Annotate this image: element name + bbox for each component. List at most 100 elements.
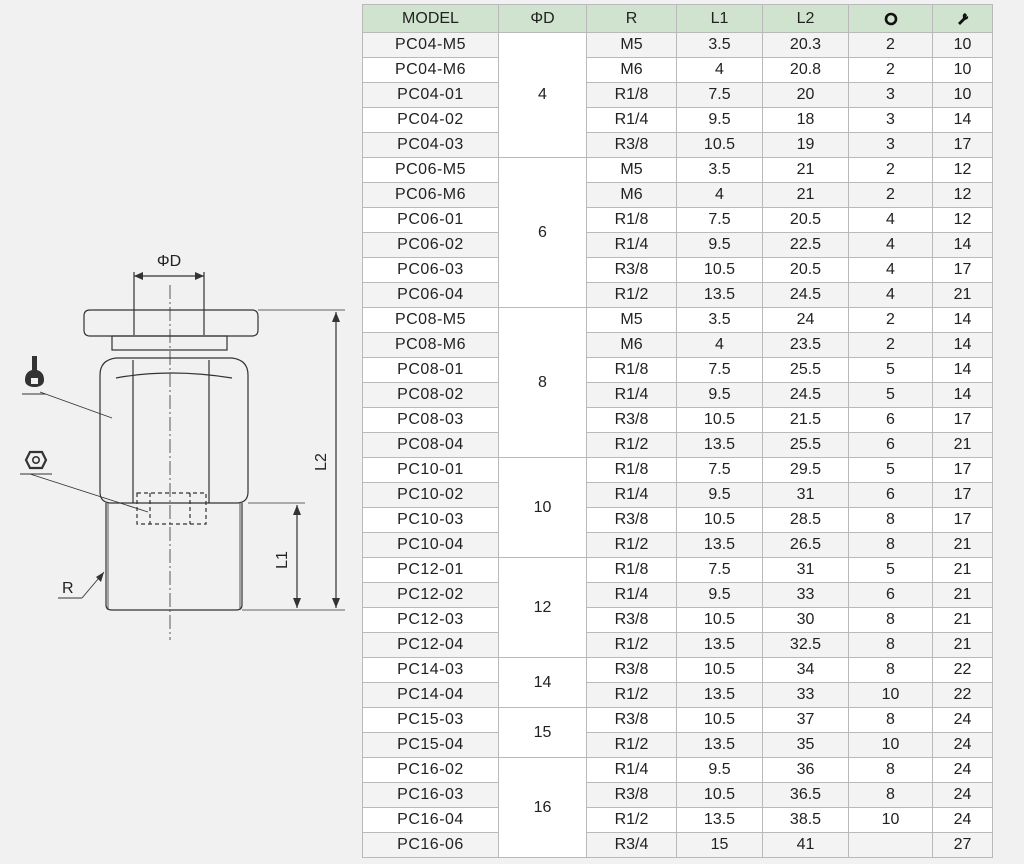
cell-od: 6: [498, 157, 587, 308]
cell-model: PC12-04: [362, 632, 499, 658]
table-row: PC15-04 R1/2 13.5 35 10 24: [362, 732, 993, 758]
cell-r: M5: [586, 32, 677, 58]
cell-hex: 4: [848, 257, 933, 283]
cell-model: PC16-03: [362, 782, 499, 808]
cell-l1: 13.5: [676, 632, 763, 658]
cell-wrench: 21: [932, 532, 993, 558]
cell-r: R3/8: [586, 407, 677, 433]
cell-od: 14: [498, 657, 587, 708]
table-row: PC10-03 R3/8 10.5 28.5 8 17: [362, 507, 993, 533]
cell-l2: 19: [762, 132, 849, 158]
cell-r: R3/8: [586, 132, 677, 158]
cell-model: PC12-01: [362, 557, 499, 583]
table-row: PC06-01 R1/8 7.5 20.5 4 12: [362, 207, 993, 233]
spec-table: MODEL ΦD R L1 L2 PC04-M5 4 M5 3.5 20.3 2 10 PC0…: [362, 4, 993, 858]
cell-r: M6: [586, 182, 677, 208]
cell-wrench: 12: [932, 207, 993, 233]
cell-r: R1/8: [586, 557, 677, 583]
cell-l1: 4: [676, 332, 763, 358]
header-wrench: [932, 4, 993, 33]
cell-l1: 10.5: [676, 607, 763, 633]
cell-l1: 10.5: [676, 707, 763, 733]
cell-l2: 36: [762, 757, 849, 783]
cell-l2: 22.5: [762, 232, 849, 258]
table-header: MODEL ΦD R L1 L2: [362, 4, 993, 33]
table-row: PC04-02 R1/4 9.5 18 3 14: [362, 107, 993, 133]
cell-wrench: 27: [932, 832, 993, 858]
cell-l1: 10.5: [676, 782, 763, 808]
cell-wrench: 12: [932, 182, 993, 208]
cell-wrench: 14: [932, 332, 993, 358]
cell-hex: 6: [848, 582, 933, 608]
release-collar: [83, 309, 259, 337]
cell-l2: 25.5: [762, 432, 849, 458]
cell-r: R1/4: [586, 757, 677, 783]
hidden-bore: [136, 492, 207, 525]
cell-r: R3/8: [586, 657, 677, 683]
cell-wrench: 24: [932, 782, 993, 808]
cell-l2: 21: [762, 157, 849, 183]
cell-l2: 30: [762, 607, 849, 633]
cell-wrench: 21: [932, 607, 993, 633]
cell-l1: 15: [676, 832, 763, 858]
table-row: PC16-06 R3/4 15 41 27: [362, 832, 993, 858]
cell-r: R3/8: [586, 607, 677, 633]
l1-arrow-top: [293, 505, 301, 515]
table-row: PC06-02 R1/4 9.5 22.5 4 14: [362, 232, 993, 258]
cell-r: M5: [586, 307, 677, 333]
header-od: ΦD: [498, 4, 587, 33]
table-row: PC04-03 R3/8 10.5 19 3 17: [362, 132, 993, 158]
cell-l2: 21.5: [762, 407, 849, 433]
cell-wrench: 24: [932, 757, 993, 783]
cell-hex: 8: [848, 632, 933, 658]
cell-r: R1/8: [586, 357, 677, 383]
cell-model: PC04-M6: [362, 57, 499, 83]
cell-hex: 4: [848, 207, 933, 233]
cell-hex: 4: [848, 282, 933, 308]
cell-l2: 20.5: [762, 207, 849, 233]
cell-wrench: 10: [932, 82, 993, 108]
cell-r: R1/4: [586, 582, 677, 608]
header-l1: L1: [676, 4, 763, 33]
cell-model: PC12-02: [362, 582, 499, 608]
cell-model: PC15-03: [362, 707, 499, 733]
cell-od: 4: [498, 32, 587, 158]
cell-hex: 5: [848, 457, 933, 483]
cell-model: PC06-03: [362, 257, 499, 283]
hex-body: [99, 357, 249, 504]
cell-model: PC08-04: [362, 432, 499, 458]
cell-r: M6: [586, 332, 677, 358]
cell-hex: 8: [848, 757, 933, 783]
technical-drawing: ΦD L2 L1 R: [0, 0, 362, 864]
cell-model: PC06-02: [362, 232, 499, 258]
cell-l2: 20.8: [762, 57, 849, 83]
hex-nut-icon: [884, 12, 897, 26]
hex-leader: [29, 473, 149, 513]
cell-l1: 3.5: [676, 32, 763, 58]
cell-l1: 13.5: [676, 532, 763, 558]
cell-l2: 34: [762, 657, 849, 683]
cell-od: 8: [498, 307, 587, 458]
table-row: PC06-04 R1/2 13.5 24.5 4 21: [362, 282, 993, 308]
cell-r: R3/8: [586, 782, 677, 808]
cell-l2: 23.5: [762, 332, 849, 358]
cell-r: R1/4: [586, 382, 677, 408]
wrench-icon: [22, 356, 46, 395]
cell-od: 16: [498, 757, 587, 858]
cell-od: 12: [498, 557, 587, 658]
cell-hex: 8: [848, 532, 933, 558]
cell-hex: 2: [848, 307, 933, 333]
cell-l2: 28.5: [762, 507, 849, 533]
cell-l1: 7.5: [676, 557, 763, 583]
cell-l1: 13.5: [676, 807, 763, 833]
cell-model: PC10-02: [362, 482, 499, 508]
cell-model: PC04-M5: [362, 32, 499, 58]
od-arrow-right: [195, 272, 204, 280]
cell-model: PC14-04: [362, 682, 499, 708]
cell-model: PC16-04: [362, 807, 499, 833]
cell-r: R1/2: [586, 807, 677, 833]
cell-hex: 3: [848, 107, 933, 133]
l2-arrow-top: [332, 312, 340, 322]
cell-model: PC08-03: [362, 407, 499, 433]
table-row: PC04-M5 4 M5 3.5 20.3 2 10: [362, 32, 993, 158]
